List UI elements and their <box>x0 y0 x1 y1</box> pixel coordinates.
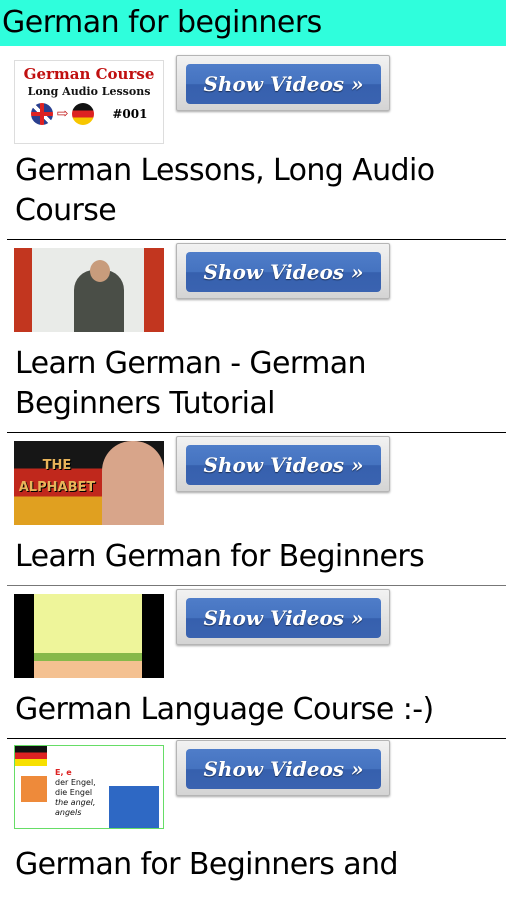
app-title: German for beginners <box>2 5 322 40</box>
list-item: Show Videos » Learn German - German Begi… <box>0 240 506 433</box>
show-videos-button-label: Show Videos » <box>186 749 381 789</box>
german-flag-icon <box>15 746 47 766</box>
thumbnail-text-line: der Engel, <box>55 778 96 787</box>
uk-flag-icon <box>30 103 53 125</box>
thumbnail-text-line: ALPHABET <box>18 480 96 495</box>
list-item: Show Videos » German Language Course :-) <box>0 586 506 739</box>
thumbnail-text-line: THE <box>42 458 72 473</box>
letter-tile-image <box>21 776 47 802</box>
whiteboard-teacher-thumbnail[interactable] <box>14 248 164 332</box>
entry-row: Show Videos » <box>0 240 506 332</box>
letter-e-angel-thumbnail[interactable]: E, e der Engel, die Engel the angel, ang… <box>14 745 164 829</box>
entry-title[interactable]: German Lessons, Long Audio Course <box>0 151 506 231</box>
thumbnail-heading: German Course <box>23 65 155 83</box>
arrow-right-icon: ⇨ <box>56 106 69 122</box>
thumbnail-flags: ⇨ #001 <box>15 103 163 125</box>
list-item: THE ALPHABET Show Videos » Learn German … <box>0 433 506 586</box>
angel-image <box>109 786 159 828</box>
german-course-thumbnail[interactable]: German Course Long Audio Lessons ⇨ #001 <box>14 60 164 144</box>
teacher-head-image <box>90 260 110 282</box>
show-videos-button[interactable]: Show Videos » <box>176 740 390 796</box>
entry-title[interactable]: German Language Course :-) <box>0 690 506 730</box>
app-title-bar: German for beginners <box>0 0 506 46</box>
entry-title[interactable]: German for Beginners and <box>0 845 506 885</box>
video-list: German Course Long Audio Lessons ⇨ #001 … <box>0 46 506 885</box>
entry-row: E, e der Engel, die Engel the angel, ang… <box>0 739 506 829</box>
list-item: E, e der Engel, die Engel the angel, ang… <box>0 739 506 885</box>
entry-title[interactable]: Learn German - German Beginners Tutorial <box>0 344 506 424</box>
show-videos-button[interactable]: Show Videos » <box>176 436 390 492</box>
show-videos-button-label: Show Videos » <box>186 598 381 638</box>
show-videos-button[interactable]: Show Videos » <box>176 55 390 111</box>
thumbnail-text: E, e der Engel, die Engel the angel, ang… <box>55 768 96 818</box>
alphabet-table-image <box>34 594 142 678</box>
show-videos-button[interactable]: Show Videos » <box>176 589 390 645</box>
thumbnail-text-line: die Engel <box>55 788 93 797</box>
entry-row: Show Videos » <box>0 586 506 678</box>
thumbnail-subheading: Long Audio Lessons <box>27 85 151 98</box>
german-flag-icon <box>72 103 95 125</box>
thumbnail-text-line: angels <box>55 808 82 817</box>
lesson-number: #001 <box>112 107 148 121</box>
presenter-image <box>102 441 164 525</box>
entry-title[interactable]: Learn German for Beginners <box>0 537 506 577</box>
list-item: German Course Long Audio Lessons ⇨ #001 … <box>0 46 506 240</box>
alphabet-thumbnail[interactable]: THE ALPHABET <box>14 441 164 525</box>
entry-row: German Course Long Audio Lessons ⇨ #001 … <box>0 46 506 144</box>
show-videos-button-label: Show Videos » <box>186 252 381 292</box>
thumbnail-text-line: E, e <box>55 768 72 777</box>
show-videos-button[interactable]: Show Videos » <box>176 243 390 299</box>
thumbnail-text-line: the angel, <box>55 798 96 807</box>
show-videos-button-label: Show Videos » <box>186 64 381 104</box>
show-videos-button-label: Show Videos » <box>186 445 381 485</box>
entry-row: THE ALPHABET Show Videos » <box>0 433 506 525</box>
thumbnail-text: THE ALPHABET <box>14 455 100 499</box>
alphabet-table-thumbnail[interactable] <box>14 594 164 678</box>
